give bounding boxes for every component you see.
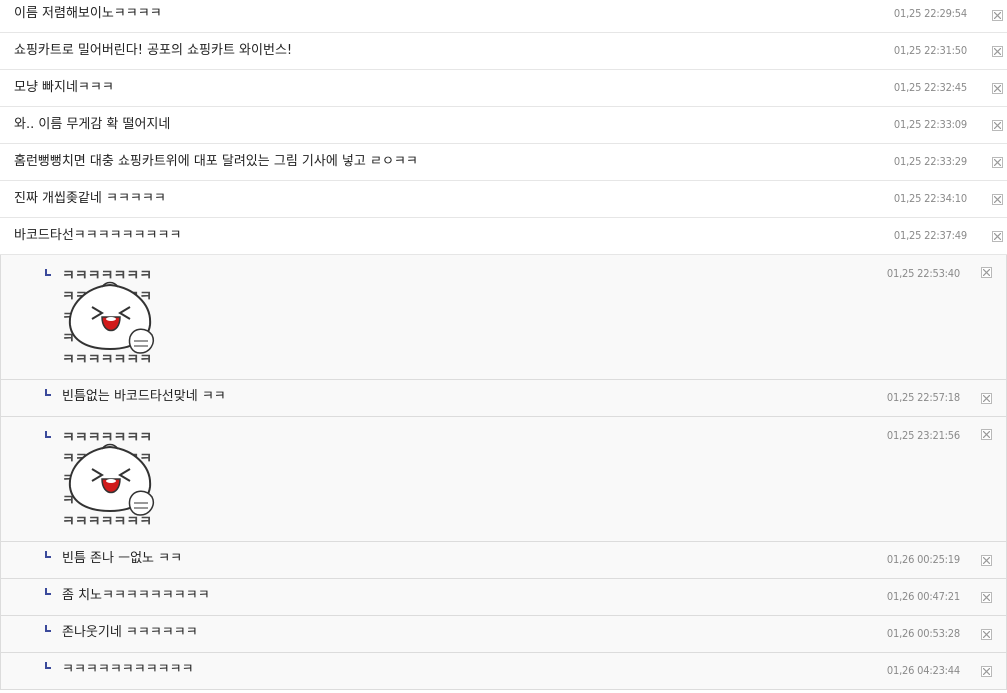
delete-icon[interactable] — [992, 120, 1003, 131]
reply-arrow-icon — [45, 588, 51, 595]
reply-arrow-icon — [45, 662, 51, 669]
delete-icon[interactable] — [981, 629, 992, 640]
comment-text: 와.. 이름 무게감 확 떨어지네 — [14, 117, 171, 132]
comment-date: 01,25 22:33:29 — [893, 155, 967, 168]
reply-row: 빈틈없는 바코드타선맞네 ㅋㅋ 01,25 22:57:18 — [0, 380, 1007, 417]
comment-text: 바코드타선ㅋㅋㅋㅋㅋㅋㅋㅋㅋ — [14, 228, 182, 243]
comment-text: 홈런뻥뻥치면 대충 쇼핑카트위에 대포 달려있는 그림 기사에 넣고 ㄹㅇㅋㅋ — [14, 154, 418, 169]
reply-row: 존나웃기네 ㅋㅋㅋㅋㅋㅋ 01,26 00:53:28 — [0, 616, 1007, 653]
delete-icon[interactable] — [981, 666, 992, 677]
sticker-text: ㅋㅋㅋㅋㅋㅋㅋ — [62, 514, 152, 530]
comment-row: 바코드타선ㅋㅋㅋㅋㅋㅋㅋㅋㅋ 01,25 22:37:49 — [0, 218, 1007, 255]
comment-text: 쇼핑카트로 밀어버린다! 공포의 쇼핑카트 와이번스! — [14, 43, 293, 58]
delete-icon[interactable] — [992, 10, 1003, 21]
reply-date: 01,25 22:57:18 — [886, 391, 960, 404]
reply-row: ㅋㅋㅋㅋㅋㅋㅋㅋㅋㅋㅋ 01,26 04:23:44 — [0, 653, 1007, 690]
comment-date: 01,25 22:29:54 — [893, 7, 967, 20]
sticker-text: ㅋㅋㅋㅋㅋㅋㅋ — [62, 352, 152, 368]
comment-list: 이름 저렴해보이노ㅋㅋㅋㅋ 01,25 22:29:54 쇼핑카트로 밀어버린다… — [0, 0, 1007, 690]
comment-date: 01,25 22:34:10 — [893, 192, 967, 205]
reply-row: ㅋㅋㅋㅋㅋㅋㅋ ㅋㅋㅋㅋㅋㅋㅋ ㅋㅋㅋㅋㅋㅋㅋ ㅋㅋㅋㅋㅋㅋㅋ ㅋㅋㅋㅋㅋㅋㅋ … — [0, 255, 1007, 380]
reply-arrow-icon — [45, 431, 51, 438]
delete-icon[interactable] — [981, 393, 992, 404]
reply-row: 빈틈 존나 ㅡ없노 ㅋㅋ 01,26 00:25:19 — [0, 542, 1007, 579]
sticker-text: ㅋㅋㅋㅋㅋㅋㅋ — [62, 268, 152, 284]
comment-text: 진짜 개씹좆같네 ㅋㅋㅋㅋㅋ — [14, 191, 166, 206]
comment-row: 진짜 개씹좆같네 ㅋㅋㅋㅋㅋ 01,25 22:34:10 — [0, 181, 1007, 218]
comment-date: 01,25 22:33:09 — [893, 118, 967, 131]
reply-date: 01,26 00:47:21 — [886, 590, 960, 603]
reply-arrow-icon — [45, 389, 51, 396]
reply-date: 01,25 23:21:56 — [886, 429, 960, 442]
comment-row: 모냥 빠지네ㅋㅋㅋ 01,25 22:32:45 — [0, 70, 1007, 107]
delete-icon[interactable] — [981, 555, 992, 566]
delete-icon[interactable] — [992, 231, 1003, 242]
delete-icon[interactable] — [981, 267, 992, 278]
reply-row: ㅋㅋㅋㅋㅋㅋㅋ ㅋㅋㅋㅋㅋㅋㅋ ㅋㅋㅋㅋㅋㅋㅋ ㅋㅋㅋㅋㅋㅋㅋ ㅋㅋㅋㅋㅋㅋㅋ … — [0, 417, 1007, 542]
comment-row: 이름 저렴해보이노ㅋㅋㅋㅋ 01,25 22:29:54 — [0, 0, 1007, 33]
reply-date: 01,26 04:23:44 — [886, 664, 960, 677]
delete-icon[interactable] — [992, 83, 1003, 94]
comment-row: 와.. 이름 무게감 확 떨어지네 01,25 22:33:09 — [0, 107, 1007, 144]
delete-icon[interactable] — [981, 429, 992, 440]
laughing-dumpling-sticker: ㅋㅋㅋㅋㅋㅋㅋ ㅋㅋㅋㅋㅋㅋㅋ ㅋㅋㅋㅋㅋㅋㅋ ㅋㅋㅋㅋㅋㅋㅋ ㅋㅋㅋㅋㅋㅋㅋ — [62, 430, 154, 530]
reply-arrow-icon — [45, 269, 51, 276]
delete-icon[interactable] — [992, 157, 1003, 168]
comment-date: 01,25 22:31:50 — [893, 44, 967, 57]
comment-text: 이름 저렴해보이노ㅋㅋㅋㅋ — [14, 6, 162, 21]
reply-text: 빈틈 존나 ㅡ없노 ㅋㅋ — [62, 551, 183, 566]
reply-text: 빈틈없는 바코드타선맞네 ㅋㅋ — [62, 389, 226, 404]
comment-date: 01,25 22:32:45 — [893, 81, 967, 94]
reply-date: 01,26 00:25:19 — [886, 553, 960, 566]
laughing-dumpling-sticker: ㅋㅋㅋㅋㅋㅋㅋ ㅋㅋㅋㅋㅋㅋㅋ ㅋㅋㅋㅋㅋㅋㅋ ㅋㅋㅋㅋㅋㅋㅋ ㅋㅋㅋㅋㅋㅋㅋ — [62, 268, 154, 368]
reply-date: 01,26 00:53:28 — [886, 627, 960, 640]
reply-row: 좀 치노ㅋㅋㅋㅋㅋㅋㅋㅋㅋ 01,26 00:47:21 — [0, 579, 1007, 616]
reply-text: 좀 치노ㅋㅋㅋㅋㅋㅋㅋㅋㅋ — [62, 588, 210, 603]
delete-icon[interactable] — [992, 194, 1003, 205]
reply-text: 존나웃기네 ㅋㅋㅋㅋㅋㅋ — [62, 625, 198, 640]
comment-text: 모냥 빠지네ㅋㅋㅋ — [14, 80, 114, 95]
reply-text: ㅋㅋㅋㅋㅋㅋㅋㅋㅋㅋㅋ — [62, 662, 194, 677]
comment-date: 01,25 22:37:49 — [893, 229, 967, 242]
reply-date: 01,25 22:53:40 — [886, 267, 960, 280]
reply-arrow-icon — [45, 551, 51, 558]
comment-row: 쇼핑카트로 밀어버린다! 공포의 쇼핑카트 와이번스! 01,25 22:31:… — [0, 33, 1007, 70]
sticker-text: ㅋㅋㅋㅋㅋㅋㅋ — [62, 430, 152, 446]
delete-icon[interactable] — [981, 592, 992, 603]
reply-arrow-icon — [45, 625, 51, 632]
comment-row: 홈런뻥뻥치면 대충 쇼핑카트위에 대포 달려있는 그림 기사에 넣고 ㄹㅇㅋㅋ … — [0, 144, 1007, 181]
delete-icon[interactable] — [992, 46, 1003, 57]
